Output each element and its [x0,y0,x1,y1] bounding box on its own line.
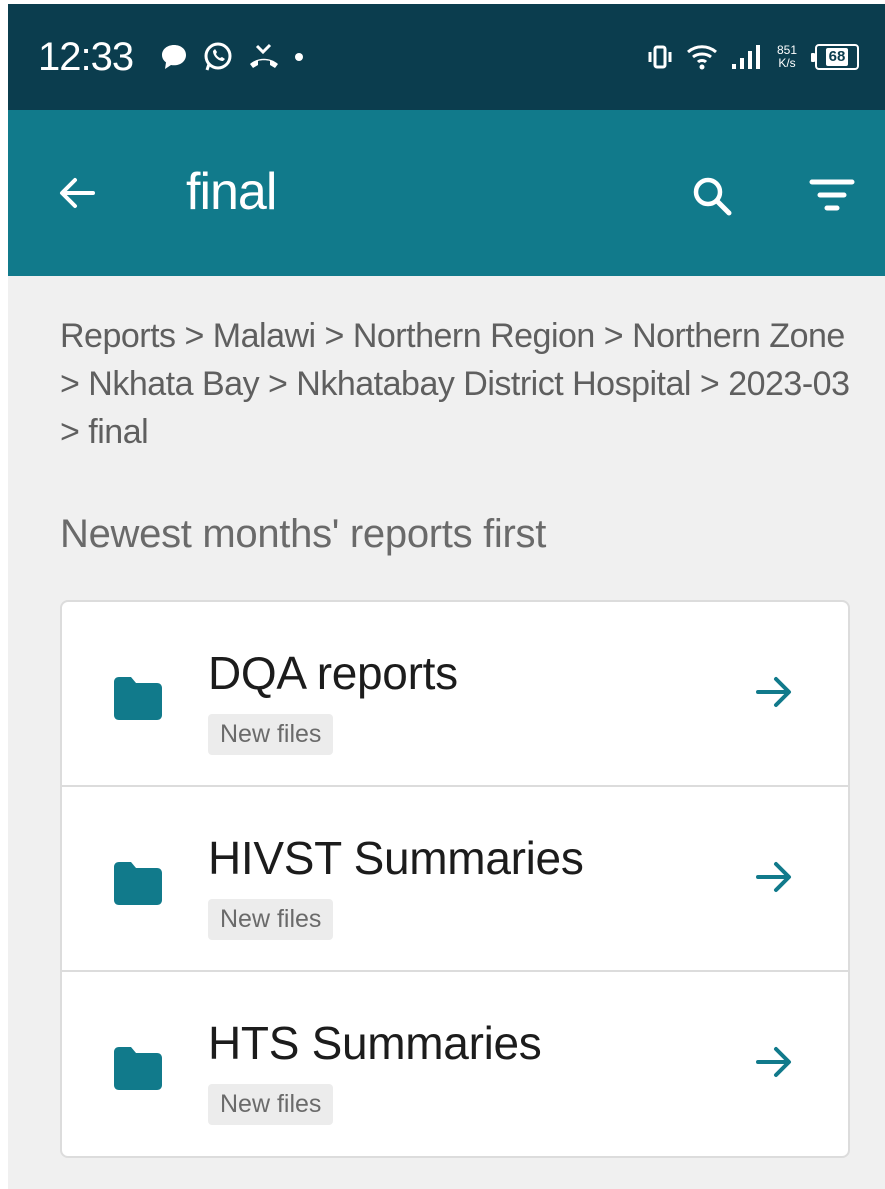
page-title: final [186,163,277,221]
filter-button[interactable] [804,168,860,224]
search-button[interactable] [684,168,740,224]
wifi-icon [685,42,719,72]
new-files-badge: New files [208,714,334,755]
back-arrow-icon [60,178,95,208]
missed-call-icon [247,42,281,72]
folder-icon [114,677,162,720]
chat-bubble-icon [159,42,189,72]
network-speed: 851 K/s [777,44,797,70]
arrow-right-icon [756,1047,791,1077]
arrow-right-icon [756,677,791,707]
new-files-badge: New files [208,1084,334,1125]
folder-icon [114,1047,162,1090]
folder-row-dqa-reports[interactable]: DQA reports New files [62,602,848,787]
folder-name: HTS Summaries [208,1017,542,1069]
network-speed-unit: K/s [778,56,796,70]
new-files-badge: New files [208,899,334,940]
folder-list: DQA reports New files HIVST Summaries Ne… [60,600,850,1158]
signal-icon [729,42,763,72]
search-icon [693,177,732,216]
status-left: 12:33 [38,35,305,80]
status-right: 851 K/s 68 [645,42,859,72]
section-title: Newest months' reports first [60,512,547,556]
arrow-right-icon [756,862,791,892]
notification-dot-icon [293,51,305,63]
status-bar: 12:33 851 K/s 68 [8,4,885,110]
folder-row-hts-summaries[interactable]: HTS Summaries New files [62,972,848,1156]
app-bar: final [8,110,885,276]
app-screen: 12:33 851 K/s 68 final Reports > Malawi … [8,4,885,1189]
battery-icon: 68 [811,44,859,70]
folder-name: DQA reports [208,647,458,699]
vibrate-icon [645,42,675,72]
folder-icon [114,862,162,905]
whatsapp-icon [201,40,235,74]
battery-level: 68 [825,48,849,66]
folder-name: HIVST Summaries [208,832,584,884]
breadcrumb: Reports > Malawi > Northern Region > Nor… [60,317,850,451]
status-time: 12:33 [38,34,134,79]
filter-icon [809,179,855,211]
folder-row-hivst-summaries[interactable]: HIVST Summaries New files [62,787,848,972]
back-button[interactable] [52,168,102,218]
